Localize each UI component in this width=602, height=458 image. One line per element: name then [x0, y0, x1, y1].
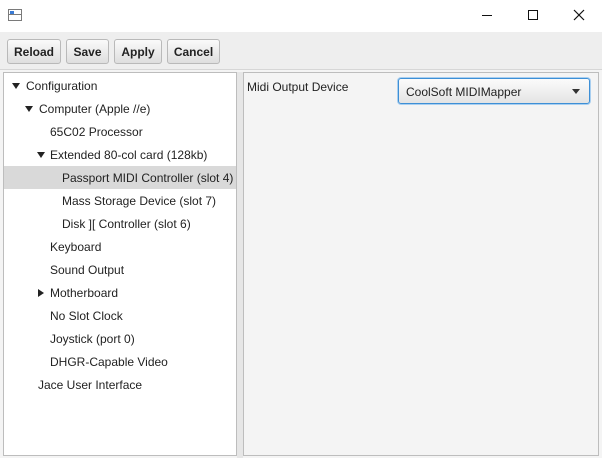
reload-button[interactable]: Reload — [7, 39, 61, 64]
tree-item-disk-controller[interactable]: Disk ][ Controller (slot 6) — [4, 212, 236, 235]
tree-item-computer[interactable]: Computer (Apple //e) — [4, 97, 236, 120]
tree-item-label: Mass Storage Device (slot 7) — [62, 193, 217, 208]
maximize-button[interactable] — [510, 0, 556, 30]
maximize-icon — [528, 10, 538, 20]
title-bar — [0, 0, 602, 32]
tree-item-joystick[interactable]: Joystick (port 0) — [4, 327, 236, 350]
tree-item-label: Computer (Apple //e) — [39, 101, 151, 116]
minimize-button[interactable] — [464, 0, 510, 30]
expand-arrow-icon[interactable] — [12, 82, 20, 89]
midi-output-device-label: Midi Output Device — [247, 80, 349, 94]
close-button[interactable] — [556, 0, 602, 30]
expand-arrow-icon[interactable] — [25, 105, 33, 112]
tree-item-processor[interactable]: 65C02 Processor — [4, 120, 236, 143]
tree-item-dhgr-video[interactable]: DHGR-Capable Video — [4, 350, 236, 373]
app-window-icon — [8, 9, 22, 21]
settings-panel: Midi Output Device CoolSoft MIDIMapper — [243, 72, 599, 456]
tree-item-label: DHGR-Capable Video — [50, 354, 168, 369]
tree-item-label: Motherboard — [50, 285, 119, 300]
tree-item-label: 65C02 Processor — [50, 124, 143, 139]
tree-item-label: No Slot Clock — [50, 308, 123, 323]
toolbar: Reload Save Apply Cancel — [0, 32, 602, 70]
chevron-down-icon — [572, 89, 580, 94]
expand-arrow-icon[interactable] — [37, 151, 45, 158]
tree-item-label: Disk ][ Controller (slot 6) — [62, 216, 191, 231]
tree-item-passport-midi[interactable]: Passport MIDI Controller (slot 4) — [4, 166, 236, 189]
tree-item-label: Configuration — [26, 78, 98, 93]
tree-item-mass-storage[interactable]: Mass Storage Device (slot 7) — [4, 189, 236, 212]
minimize-icon — [482, 14, 492, 16]
tree-item-motherboard[interactable]: Motherboard — [4, 281, 236, 304]
tree-item-sound-output[interactable]: Sound Output — [4, 258, 236, 281]
tree-item-jace-ui[interactable]: Jace User Interface — [4, 373, 236, 396]
tree-item-label: Sound Output — [50, 262, 125, 277]
save-button[interactable]: Save — [66, 39, 109, 64]
close-icon — [573, 9, 585, 21]
tree-item-80col-card[interactable]: Extended 80-col card (128kb) — [4, 143, 236, 166]
dropdown-selected-value: CoolSoft MIDIMapper — [406, 85, 522, 99]
collapse-arrow-icon[interactable] — [38, 288, 44, 297]
tree-item-configuration[interactable]: Configuration — [4, 74, 236, 97]
tree-item-no-slot-clock[interactable]: No Slot Clock — [4, 304, 236, 327]
tree-item-keyboard[interactable]: Keyboard — [4, 235, 236, 258]
configuration-tree: Configuration Computer (Apple //e) 65C02… — [3, 72, 237, 456]
apply-button[interactable]: Apply — [114, 39, 162, 64]
tree-item-label: Joystick (port 0) — [50, 331, 135, 346]
tree-item-label: Jace User Interface — [38, 377, 143, 392]
cancel-button[interactable]: Cancel — [167, 39, 220, 64]
tree-item-label: Keyboard — [50, 239, 102, 254]
tree-item-label: Passport MIDI Controller (slot 4) — [62, 170, 234, 185]
tree-item-label: Extended 80-col card (128kb) — [50, 147, 208, 162]
midi-output-device-dropdown[interactable]: CoolSoft MIDIMapper — [398, 78, 590, 104]
